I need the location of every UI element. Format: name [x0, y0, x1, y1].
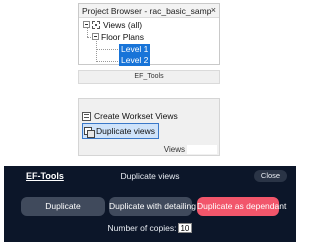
close-icon[interactable]: ×	[211, 6, 216, 15]
tree-item-floor-plans-label: Floor Plans	[101, 31, 144, 42]
tree-connector	[96, 49, 118, 50]
collapse-icon[interactable]	[83, 21, 90, 28]
collapse-icon[interactable]	[92, 33, 99, 40]
tree-connector	[96, 39, 97, 62]
duplicate-views-button[interactable]: Duplicate views	[82, 123, 160, 139]
dialog-header: EF-Tools Duplicate views Close	[4, 166, 296, 186]
close-button[interactable]: Close	[254, 170, 287, 182]
ribbon-tab-ef-tools[interactable]: EF_Tools	[78, 70, 220, 84]
panel-footer-label: Views	[163, 145, 185, 154]
duplicate-views-label: Duplicate views	[96, 126, 156, 136]
copies-row: Number of copies: 10	[4, 223, 296, 233]
tree-item-level-2-label: Level 2	[119, 55, 151, 66]
tree-item-floor-plans[interactable]: Floor Plans	[92, 31, 144, 42]
panel-footer-box	[187, 145, 217, 154]
copies-input[interactable]: 10	[178, 223, 193, 233]
duplicate-as-dependant-button[interactable]: Duplicate as dependant	[197, 197, 286, 216]
tree-item-views-label: Views (all)	[103, 19, 143, 30]
tree-connector	[96, 61, 118, 62]
tree-item-views[interactable]: Views (all)	[83, 19, 142, 30]
tree-item-level-1-label: Level 1	[119, 44, 151, 55]
duplicate-views-dialog: EF-Tools Duplicate views Close Duplicate…	[4, 166, 296, 242]
workset-views-icon	[82, 111, 91, 121]
duplicate-icon	[84, 126, 95, 138]
copies-label: Number of copies:	[107, 223, 177, 233]
project-browser-titlebar: Project Browser - rac_basic_sample... ×	[79, 4, 219, 18]
create-workset-views-label: Create Workset Views	[94, 111, 178, 121]
duplicate-button[interactable]: Duplicate	[21, 197, 105, 216]
duplicate-with-detailing-button[interactable]: Duplicate with detailing	[109, 197, 196, 216]
views-icon	[92, 20, 100, 29]
create-workset-views-button[interactable]: Create Workset Views	[82, 110, 178, 122]
project-browser-title: Project Browser - rac_basic_sample...	[82, 5, 211, 16]
workset-panel: Create Workset Views Duplicate views Vie…	[78, 98, 220, 156]
tree-item-level-2[interactable]: Level 2	[119, 55, 151, 66]
tree-item-level-1[interactable]: Level 1	[119, 44, 151, 55]
dialog-title: Duplicate views	[120, 171, 180, 181]
project-browser-panel: Project Browser - rac_basic_sample... × …	[78, 3, 220, 66]
